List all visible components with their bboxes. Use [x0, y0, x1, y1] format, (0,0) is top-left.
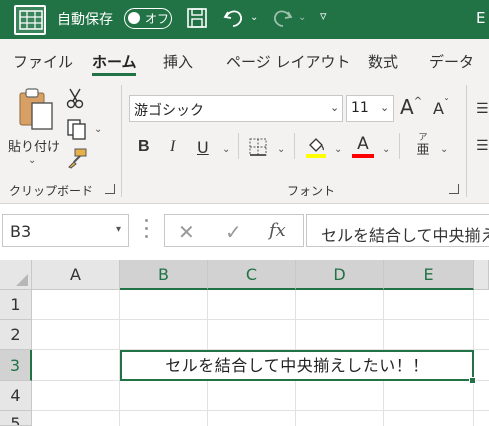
group-separator — [466, 85, 467, 197]
underline-dropdown-icon[interactable]: ⌄ — [222, 144, 230, 155]
paste-label: 貼り付け — [8, 140, 61, 155]
font-color-icon[interactable]: A — [352, 134, 374, 158]
fill-color-icon[interactable] — [305, 135, 327, 163]
font-group-label: フォント — [287, 184, 336, 198]
shrink-font-label: A — [433, 99, 444, 118]
redo-dropdown-icon[interactable]: ⌄ — [298, 12, 306, 23]
select-all-icon — [16, 274, 28, 286]
cancel-icon[interactable]: ✕ — [178, 220, 195, 244]
undo-dropdown-icon[interactable]: ⌄ — [250, 12, 258, 23]
paste-button[interactable]: 貼り付け ⌄ — [8, 85, 60, 173]
column-header-d[interactable]: D — [296, 260, 384, 290]
autosave-toggle[interactable]: オフ — [124, 8, 172, 29]
autosave-label: 自動保存 — [57, 12, 113, 28]
title-right-text: E — [476, 9, 486, 27]
cell-a3[interactable] — [32, 350, 120, 380]
ribbon-home: 貼り付け ⌄ ⌄ クリップボード 游ゴシック ⌄ 11 ⌄ A^ Aˇ B I … — [0, 79, 489, 204]
toggle-knob — [128, 12, 140, 24]
paste-dropdown-icon: ⌄ — [28, 155, 37, 166]
excel-app-icon[interactable] — [14, 5, 46, 35]
row-header-3[interactable]: 3 — [0, 350, 32, 381]
font-size-combo[interactable]: 11 ⌄ — [346, 95, 394, 122]
font-color-letter: A — [357, 134, 369, 154]
name-box-value: B3 — [10, 222, 32, 241]
align-left-icon[interactable]: ☰ — [476, 138, 489, 154]
redo-icon[interactable] — [270, 6, 294, 34]
cell-a1[interactable] — [32, 290, 120, 320]
grow-font-label: A — [400, 95, 414, 119]
borders-dropdown-icon[interactable]: ⌄ — [277, 144, 285, 155]
font-color-dropdown-icon[interactable]: ⌄ — [382, 144, 390, 155]
font-name-combo[interactable]: 游ゴシック ⌄ — [129, 95, 343, 122]
row-header-1[interactable]: 1 — [0, 290, 32, 320]
insert-function-icon[interactable]: fx — [269, 220, 286, 241]
row-header-5[interactable]: 5 — [0, 411, 32, 426]
tab-formulas[interactable]: 数式 — [368, 51, 398, 72]
row-header-2[interactable]: 2 — [0, 320, 32, 350]
borders-icon[interactable] — [248, 137, 268, 161]
tab-data[interactable]: データ — [429, 51, 474, 72]
align-top-icon[interactable]: ☰ — [476, 101, 489, 117]
fill-handle[interactable] — [469, 377, 476, 384]
column-header-b[interactable]: B — [120, 260, 208, 290]
separator — [399, 133, 400, 159]
undo-icon[interactable] — [222, 6, 246, 34]
column-header-a[interactable]: A — [32, 260, 120, 290]
title-bar: 自動保存 オフ ⌄ ⌄ ▿ E — [0, 0, 489, 39]
font-name-value: 游ゴシック — [134, 103, 204, 119]
select-all-corner[interactable] — [0, 260, 32, 290]
shrink-font-button[interactable]: Aˇ — [433, 98, 449, 118]
bold-button[interactable]: B — [138, 138, 150, 156]
column-header-c[interactable]: C — [208, 260, 296, 290]
column-header-f[interactable] — [474, 260, 489, 290]
format-painter-icon[interactable] — [66, 147, 88, 173]
phonetic-top: ア — [418, 133, 428, 143]
phonetic-dropdown-icon[interactable]: ⌄ — [440, 144, 448, 155]
formula-text: セルを結合して中央揃えしたい！！ — [321, 226, 489, 245]
tab-insert[interactable]: 挿入 — [163, 51, 193, 72]
group-separator — [121, 85, 122, 197]
cut-icon[interactable] — [66, 87, 84, 113]
separator — [238, 133, 239, 159]
copy-dropdown-icon[interactable]: ⌄ — [94, 124, 102, 135]
font-size-dropdown-icon: ⌄ — [380, 101, 390, 114]
font-name-dropdown-icon: ⌄ — [330, 101, 340, 114]
clipboard-launcher-icon[interactable] — [105, 184, 115, 194]
font-launcher-icon[interactable] — [449, 184, 459, 194]
merged-cell-b3[interactable]: セルを結合して中央揃えしたい！！ — [120, 350, 474, 381]
customize-qat-icon[interactable]: ▿ — [320, 9, 327, 24]
tab-home[interactable]: ホーム — [92, 51, 137, 72]
formula-bar-splitter[interactable] — [145, 219, 149, 241]
name-box-dropdown-icon: ▾ — [115, 224, 121, 235]
tab-page-layout[interactable]: ページ レイアウト — [226, 51, 350, 72]
paste-icon — [19, 88, 53, 130]
row-header-4[interactable]: 4 — [0, 381, 32, 411]
active-tab-indicator — [92, 73, 136, 76]
font-color-swatch — [352, 154, 374, 158]
underline-button[interactable]: U — [197, 138, 209, 157]
gridline — [32, 410, 489, 411]
formula-bar: B3 ▾ ✕ ✓ fx セルを結合して中央揃えしたい！！ — [0, 204, 489, 260]
grow-font-button[interactable]: A^ — [400, 95, 422, 119]
column-header-e[interactable]: E — [384, 260, 474, 290]
formula-input[interactable]: セルを結合して中央揃えしたい！！ — [306, 214, 489, 247]
italic-button[interactable]: I — [170, 138, 175, 156]
formula-buttons: ✕ ✓ fx — [164, 214, 304, 247]
save-icon[interactable] — [186, 6, 208, 34]
clipboard-group-label: クリップボード — [9, 184, 94, 198]
enter-icon[interactable]: ✓ — [225, 220, 242, 244]
name-box[interactable]: B3 ▾ — [2, 214, 129, 247]
phonetic-guide-button[interactable]: ア 亜 — [414, 133, 432, 158]
autosave-state: オフ — [145, 12, 170, 26]
phonetic-bottom: 亜 — [416, 143, 430, 158]
copy-icon[interactable] — [66, 118, 88, 144]
font-size-value: 11 — [351, 100, 369, 116]
worksheet-grid: A B C D E 1 2 3 4 5 セルを結合して中央揃えしたい！！ — [0, 260, 489, 426]
fill-color-dropdown-icon[interactable]: ⌄ — [334, 144, 342, 155]
separator — [294, 133, 295, 159]
tab-file[interactable]: ファイル — [13, 51, 73, 72]
ribbon-tabs: ファイル ホーム 挿入 ページ レイアウト 数式 データ — [0, 39, 489, 79]
